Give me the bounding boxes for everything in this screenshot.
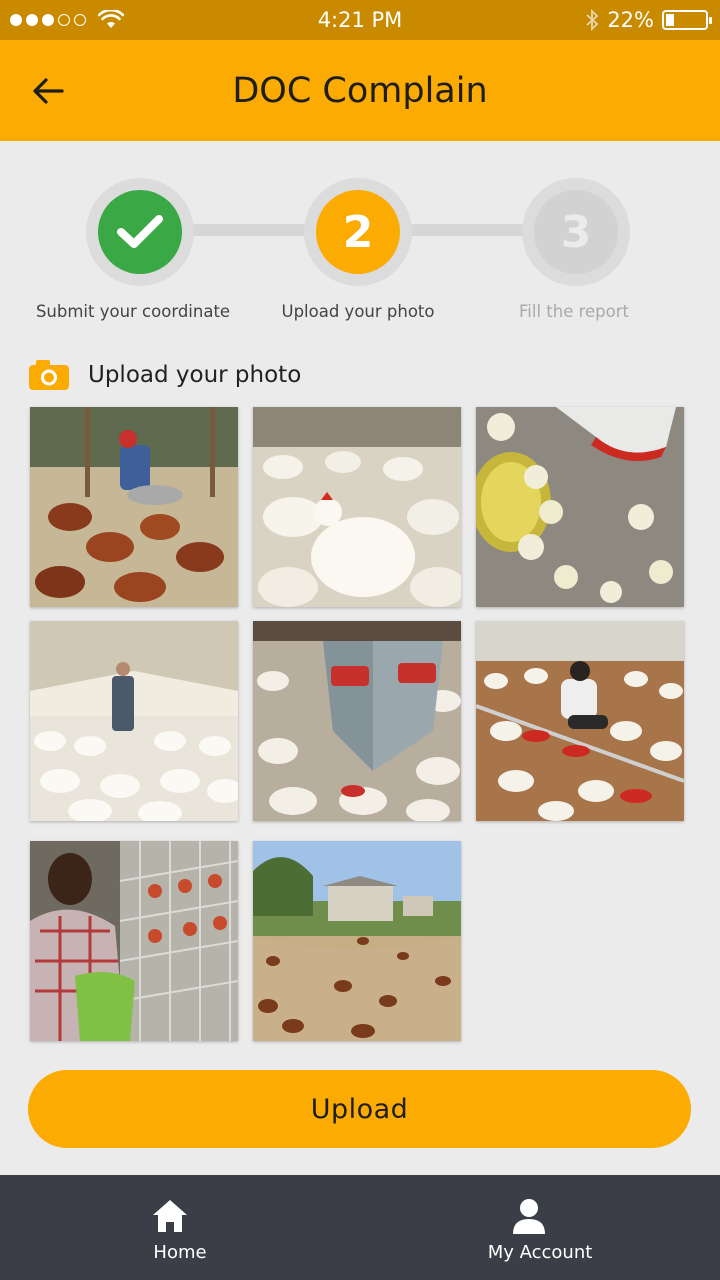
nav-item-home[interactable]: Home	[0, 1175, 360, 1280]
step-3-circle: 3	[534, 190, 618, 274]
step-1-circle	[98, 190, 182, 274]
bluetooth-icon	[586, 8, 599, 32]
nav-label-my-account: My Account	[487, 1242, 593, 1263]
free-range-farm-image	[253, 841, 461, 1041]
section-title: Upload your photo	[88, 362, 302, 388]
automatic-feeder-image	[253, 621, 461, 821]
battery-level	[666, 14, 674, 26]
app-header: DOC Complain	[0, 40, 720, 141]
step-1-label: Submit your coordinate	[35, 302, 231, 321]
progress-stepper: 2 3 Submit your coordinate Upload your p…	[0, 178, 720, 328]
home-icon	[153, 1200, 187, 1232]
step-2-circle: 2	[316, 190, 400, 274]
photo-thumbnail[interactable]	[30, 621, 238, 821]
step-3-label: Fill the report	[518, 302, 629, 321]
nav-label-home: Home	[153, 1242, 207, 1263]
nav-item-my-account[interactable]: My Account	[360, 1175, 720, 1280]
battery-icon	[662, 10, 712, 30]
photo-thumbnail[interactable]	[253, 407, 461, 607]
photo-thumbnail[interactable]	[253, 621, 461, 821]
photo-thumbnail[interactable]	[30, 841, 238, 1041]
poultry-farmer-image	[30, 407, 238, 607]
step-2-label: Upload your photo	[281, 302, 435, 321]
photo-thumbnail[interactable]	[30, 407, 238, 607]
upload-section-header: Upload your photo	[28, 356, 301, 394]
user-icon	[513, 1199, 545, 1234]
bottom-navigation: Home My Account	[0, 1175, 720, 1280]
step-3: 3	[522, 178, 630, 286]
photo-thumbnail[interactable]	[476, 621, 684, 821]
upload-button[interactable]: Upload	[28, 1070, 691, 1148]
checkmark-icon	[117, 215, 163, 248]
step-1	[86, 178, 194, 286]
status-bar: 4:21 PM 22%	[0, 0, 720, 40]
worker-among-chickens-image	[476, 621, 684, 821]
man-at-cages-image	[30, 841, 238, 1041]
step-connector	[190, 224, 320, 236]
chicks-feeder-image	[476, 407, 684, 607]
step-connector	[405, 224, 535, 236]
battery-percent: 22%	[607, 8, 654, 32]
photo-thumbnail[interactable]	[476, 407, 684, 607]
broiler-house-farmer-image	[30, 621, 238, 821]
broiler-chickens-image	[253, 407, 461, 607]
photo-thumbnail[interactable]	[253, 841, 461, 1041]
step-2: 2	[304, 178, 412, 286]
camera-icon	[29, 360, 69, 390]
page-title: DOC Complain	[232, 71, 488, 111]
